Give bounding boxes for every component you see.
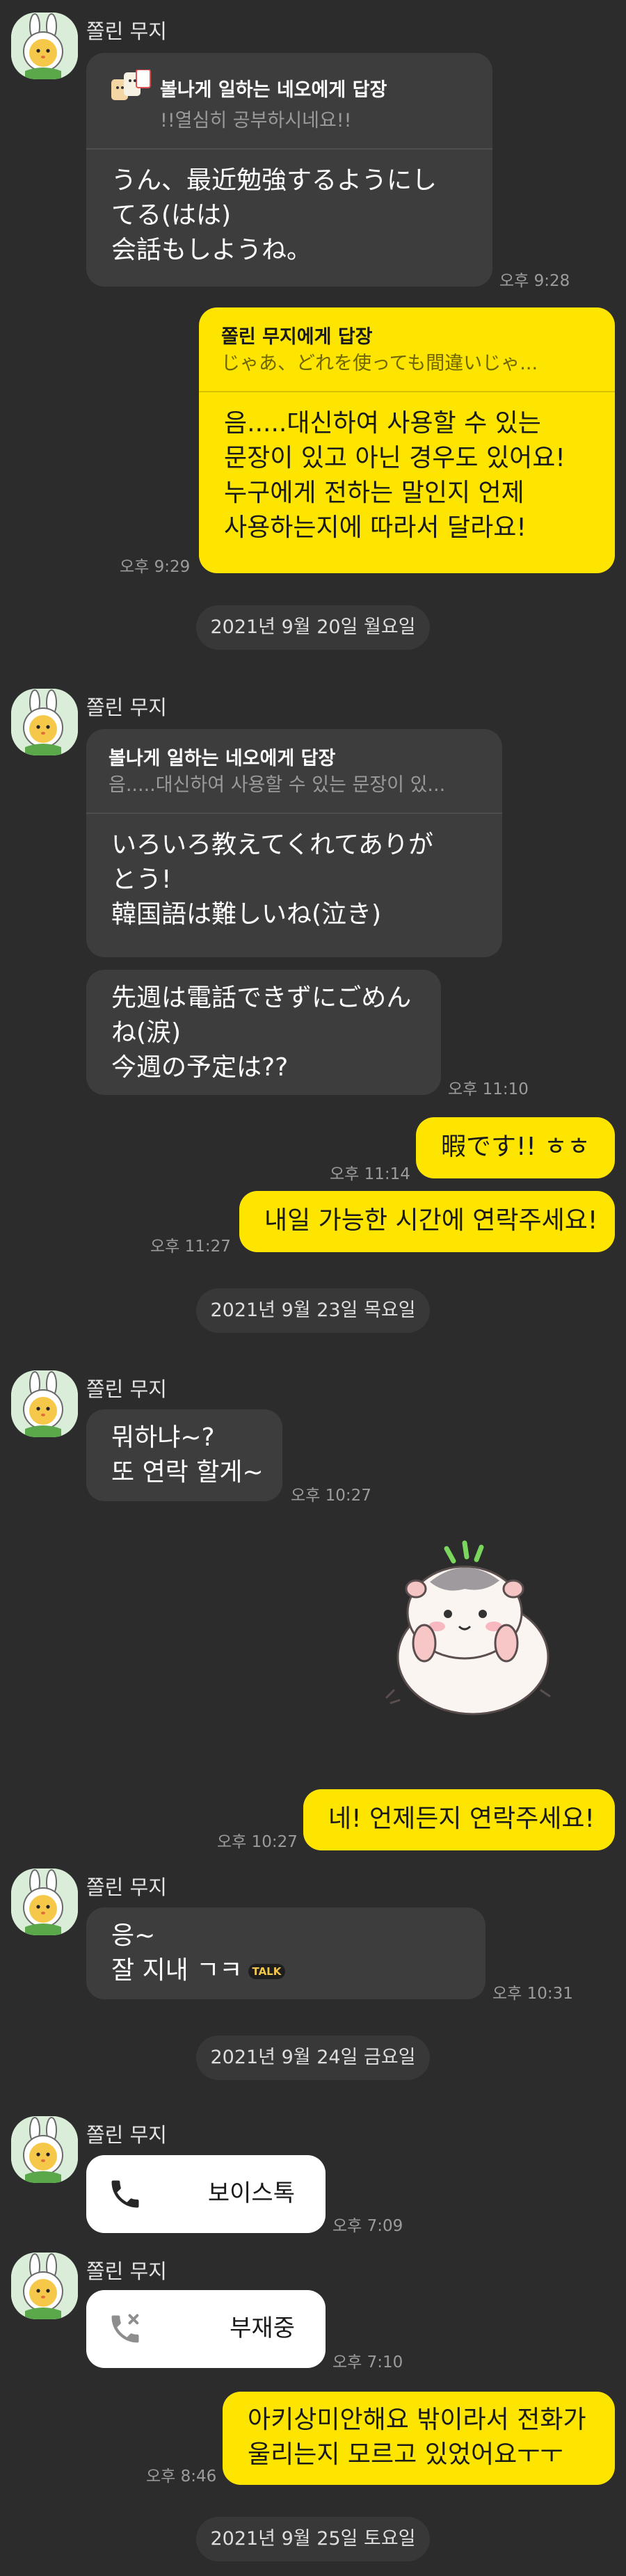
reply-quote: !!열심히 공부하시네요!! [160,110,352,131]
message-time: 오후 7:10 [332,2353,403,2371]
talk-badge: TALK [248,1964,286,1979]
contact-avatar[interactable] [11,2116,78,2183]
message-time: 오후 9:28 [499,272,570,290]
message-text: いろいろ教えてくれてありが とう! 韓国語は難しいね(泣き) [111,831,433,929]
voice-talk-bubble[interactable]: 보이스톡 [86,2155,326,2233]
muzi-avatar-icon [11,2116,78,2183]
reply-message-bubble[interactable]: 쫄린 무지에게 답장 じゃあ、どれを使っても間違いじゃ... 음.....대신하… [199,307,615,573]
message-time: 오후 7:09 [332,2217,403,2235]
message-text: うん、最近勉強するようにし てる(はは) 会話もしようね。 [111,166,438,264]
chat-room[interactable]: 쫄린 무지 볼나게 일하는 네오에게 답장 !!열심히 공부하시네요!! うん、… [0,0,626,2576]
contact-avatar[interactable] [11,13,78,79]
muzi-avatar-icon [11,2253,78,2319]
message-time: 오후 11:10 [448,1080,529,1098]
message-time: 오후 10:31 [492,1985,573,2003]
muzi-avatar-icon [11,689,78,755]
reply-message-bubble[interactable]: 볼나게 일하는 네오에게 답장 !!열심히 공부하시네요!! うん、最近勉強する… [86,53,492,287]
contact-name: 쫄린 무지 [86,2123,167,2147]
message-bubble[interactable]: 暇です!! ㅎㅎ [416,1117,615,1178]
missed-call-icon [107,2311,143,2350]
reply-header: 볼나게 일하는 네오에게 답장 !!열심히 공부하시네요!! [86,53,492,150]
contact-name: 쫄린 무지 [86,696,167,719]
message-time: 오후 10:27 [217,1833,298,1851]
contact-name: 쫄린 무지 [86,2259,167,2283]
reply-message-bubble[interactable]: 볼나게 일하는 네오에게 답장 음.....대신하여 사용할 수 있는 문장이 … [86,729,502,957]
phone-icon [107,2176,143,2215]
message-bubble[interactable]: 뭐하냐~? 또 연락 할게~ [86,1409,282,1501]
contact-avatar[interactable] [11,2253,78,2319]
message-bubble[interactable]: 先週は電話できずにごめん ね(涙) 今週の予定は?? [86,970,441,1095]
message-bubble[interactable]: 응~ 잘 지내 ㄱㅋ TALK [86,1907,485,1999]
message-time: 오후 10:27 [291,1487,371,1505]
contact-name: 쫄린 무지 [86,1377,167,1401]
call-label: 부재중 [230,2314,295,2342]
message-text: 음.....대신하여 사용할 수 있는 문장이 있고 아닌 경우도 있어요! 누… [224,409,565,542]
muzi-avatar-icon [11,1370,78,1437]
contact-avatar[interactable] [11,1869,78,1935]
reply-quote: 음.....대신하여 사용할 수 있는 문장이 있... [109,774,446,796]
reply-header: 볼나게 일하는 네오에게 답장 음.....대신하여 사용할 수 있는 문장이 … [86,729,502,814]
message-bubble[interactable]: 네! 언제든지 연락주세요! [303,1789,615,1850]
reply-target: 볼나게 일하는 네오에게 답장 [109,748,336,769]
reply-header: 쫄린 무지에게 답장 じゃあ、どれを使っても間違いじゃ... [199,307,615,392]
date-divider: 2021년 9월 23일 목요일 [196,1288,430,1333]
reply-quote: じゃあ、どれを使っても間違いじゃ... [221,353,538,374]
message-bubble[interactable]: 아키상미안해요 밖이라서 전화가 울리는지 모르고 있었어요ㅜㅜ [223,2392,615,2485]
date-divider: 2021년 9월 25일 토요일 [196,2517,430,2561]
message-time: 오후 9:29 [120,558,191,576]
muzi-avatar-icon [11,13,78,79]
contact-name: 쫄린 무지 [86,1875,167,1899]
reply-target: 볼나게 일하는 네오에게 답장 [109,69,470,112]
contact-name: 쫄린 무지 [86,19,167,43]
message-time: 오후 8:46 [146,2467,217,2486]
message-time: 오후 11:27 [150,1238,231,1256]
message-bubble[interactable]: 내일 가능한 시간에 연락주세요! [239,1191,615,1252]
muzi-avatar-icon [11,1869,78,1935]
contact-avatar[interactable] [11,689,78,755]
hamster-sticker[interactable] [384,1539,558,1722]
date-divider: 2021년 9월 20일 월요일 [196,605,430,650]
neo-sticker-thumbnail-icon [109,69,152,112]
message-time: 오후 11:14 [330,1165,410,1183]
call-label: 보이스톡 [207,2179,295,2207]
missed-call-bubble[interactable]: 부재중 [86,2290,326,2368]
date-divider: 2021년 9월 24일 금요일 [196,2035,430,2080]
contact-avatar[interactable] [11,1370,78,1437]
reply-target: 쫄린 무지에게 답장 [221,326,373,348]
